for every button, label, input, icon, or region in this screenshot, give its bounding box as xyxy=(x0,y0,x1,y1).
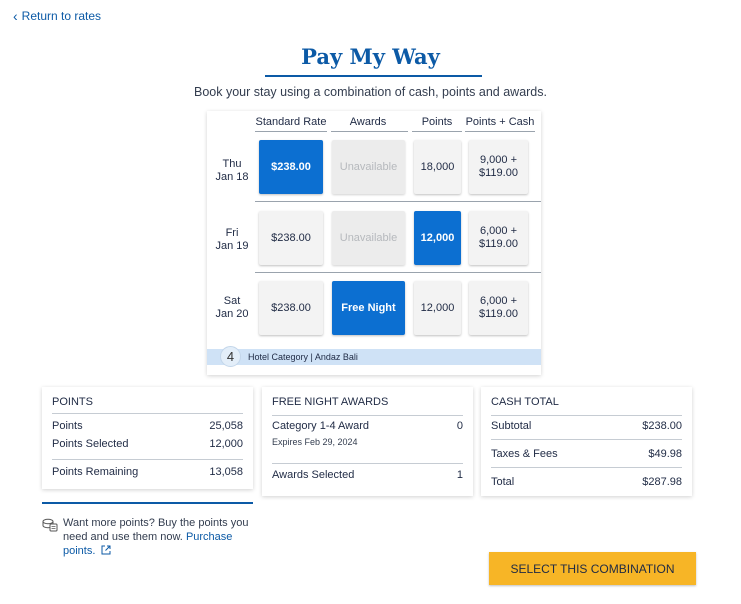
day-date: Jan 19 xyxy=(215,240,249,252)
points-balance-row: Points 25,058 xyxy=(52,420,243,432)
points-summary-title: POINTS xyxy=(52,396,93,408)
header-divider xyxy=(465,131,535,132)
points-remaining-row: Points Remaining 13,058 xyxy=(52,466,243,478)
header-divider xyxy=(412,131,462,132)
row-divider xyxy=(255,272,541,273)
summary-divider xyxy=(272,415,463,416)
awards-selected-value: 1 xyxy=(456,469,463,481)
points-balance-value: 25,058 xyxy=(209,420,243,432)
column-header-points: Points xyxy=(421,116,453,128)
hotel-category-badge: 4 xyxy=(220,346,241,367)
points-cash-cell-thu[interactable]: 9,000 + $119.00 xyxy=(469,140,528,194)
cash-summary-title: CASH TOTAL xyxy=(491,396,559,408)
cash-summary-card: CASH TOTAL Subtotal $238.00 Taxes & Fees… xyxy=(481,387,692,496)
title-underline xyxy=(265,75,482,77)
column-header-awards: Awards xyxy=(349,116,387,128)
summary-divider xyxy=(52,413,243,414)
award-category-label: Category 1-4 Award xyxy=(272,420,370,432)
points-selected-value: 12,000 xyxy=(209,438,243,450)
subtotal-value: $238.00 xyxy=(642,420,682,432)
awards-selected-label: Awards Selected xyxy=(272,469,355,481)
page-title: Pay My Way xyxy=(301,44,440,69)
subtotal-row: Subtotal $238.00 xyxy=(491,420,682,432)
points-cash-cell-sat[interactable]: 6,000 + $119.00 xyxy=(469,281,528,335)
taxes-fees-value: $49.98 xyxy=(648,448,682,460)
awards-selected-row: Awards Selected 1 xyxy=(272,469,463,481)
combo-cash: $119.00 xyxy=(479,238,518,250)
points-selected-row: Points Selected 12,000 xyxy=(52,438,243,450)
awards-cell-sat[interactable]: Free Night xyxy=(332,281,405,335)
total-label: Total xyxy=(491,476,515,488)
points-cell-thu[interactable]: 18,000 xyxy=(414,140,461,194)
day-date: Jan 20 xyxy=(215,308,249,320)
return-to-rates-label: Return to rates xyxy=(21,9,102,23)
awards-summary-card: FREE NIGHT AWARDS Category 1-4 Award 0 E… xyxy=(262,387,473,496)
date-label-thu: Thu Jan 18 xyxy=(207,158,257,184)
award-expiry-text: Expires Feb 29, 2024 xyxy=(272,437,358,447)
awards-summary-title: FREE NIGHT AWARDS xyxy=(272,396,389,408)
day-name: Sat xyxy=(223,295,241,307)
points-remaining-label: Points Remaining xyxy=(52,466,139,478)
points-cash-cell-fri[interactable]: 6,000 + $119.00 xyxy=(469,211,528,265)
day-name: Thu xyxy=(222,158,242,170)
row-divider xyxy=(255,201,541,202)
summary-divider xyxy=(491,467,682,468)
points-summary-card: POINTS Points 25,058 Points Selected 12,… xyxy=(42,387,253,489)
column-header-points-cash: Points + Cash xyxy=(465,116,535,128)
standard-rate-cell-fri[interactable]: $238.00 xyxy=(259,211,323,265)
taxes-fees-label: Taxes & Fees xyxy=(491,448,558,460)
combo-points: 9,000 + xyxy=(479,154,517,166)
awards-cell-fri: Unavailable xyxy=(332,211,405,265)
points-cell-sat[interactable]: 12,000 xyxy=(414,281,461,335)
points-remaining-value: 13,058 xyxy=(209,466,243,478)
select-combination-button[interactable]: SELECT THIS COMBINATION xyxy=(489,552,696,585)
points-cell-fri[interactable]: 12,000 xyxy=(414,211,461,265)
combo-cash: $119.00 xyxy=(479,308,518,320)
summary-divider xyxy=(52,459,243,460)
combo-points: 6,000 + xyxy=(479,295,517,307)
combo-cash: $119.00 xyxy=(479,167,518,179)
total-row: Total $287.98 xyxy=(491,476,682,488)
external-link-icon xyxy=(101,545,111,555)
coins-icon xyxy=(42,518,58,532)
subtotal-label: Subtotal xyxy=(491,420,532,432)
date-label-sat: Sat Jan 20 xyxy=(207,295,257,321)
hotel-category-label: Hotel Category | Andaz Bali xyxy=(248,352,358,362)
standard-rate-cell-sat[interactable]: $238.00 xyxy=(259,281,323,335)
hotel-category-bar: 4 Hotel Category | Andaz Bali xyxy=(207,346,541,367)
award-category-row: Category 1-4 Award 0 xyxy=(272,420,463,432)
standard-rate-cell-thu[interactable]: $238.00 xyxy=(259,140,323,194)
header-divider xyxy=(331,131,408,132)
points-selected-label: Points Selected xyxy=(52,438,129,450)
award-category-value: 0 xyxy=(456,420,463,432)
summary-divider xyxy=(491,415,682,416)
total-value: $287.98 xyxy=(642,476,682,488)
combo-points: 6,000 + xyxy=(479,225,517,237)
page-subtitle: Book your stay using a combination of ca… xyxy=(194,85,547,99)
header-divider xyxy=(255,131,327,132)
return-to-rates-link[interactable]: ‹ Return to rates xyxy=(13,9,101,23)
date-label-fri: Fri Jan 19 xyxy=(207,227,257,253)
rate-table: Standard Rate Awards Points Points + Cas… xyxy=(207,111,541,375)
points-summary-accent xyxy=(42,502,253,504)
column-header-standard-rate: Standard Rate xyxy=(255,116,327,128)
summary-divider xyxy=(491,439,682,440)
awards-cell-thu: Unavailable xyxy=(332,140,405,194)
chevron-left-icon: ‹ xyxy=(13,8,18,24)
buy-points-promo: Want more points? Buy the points you nee… xyxy=(42,516,257,558)
summary-divider xyxy=(272,463,463,464)
day-date: Jan 18 xyxy=(215,171,249,183)
taxes-fees-row: Taxes & Fees $49.98 xyxy=(491,448,682,460)
day-name: Fri xyxy=(225,227,239,239)
points-balance-label: Points xyxy=(52,420,83,432)
award-expiry-row: Expires Feb 29, 2024 xyxy=(272,437,463,447)
